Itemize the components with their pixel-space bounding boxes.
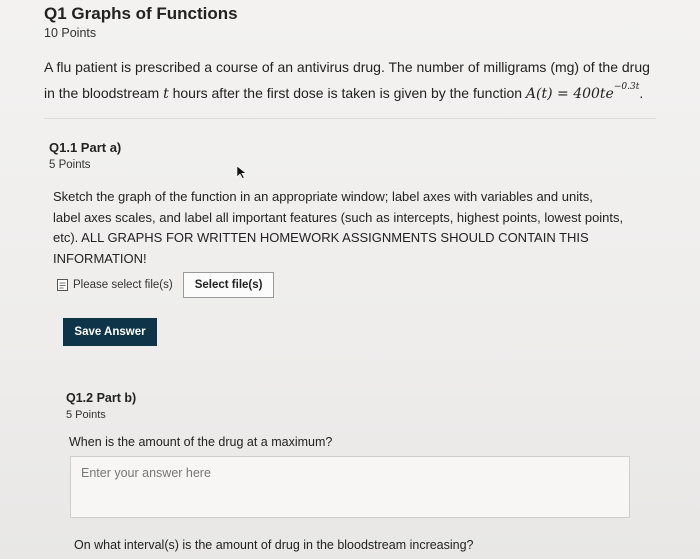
section-divider bbox=[44, 118, 656, 119]
mouse-cursor-icon bbox=[236, 165, 247, 179]
part-b-question-increasing: On what interval(s) is the amount of dru… bbox=[74, 538, 474, 552]
function-end: . bbox=[639, 85, 644, 101]
part-a-line1: Sketch the graph of the function in an a… bbox=[53, 189, 593, 204]
function-lhs: A(t) = 400te bbox=[525, 86, 614, 102]
file-select-label: Please select file(s) bbox=[73, 279, 173, 291]
part-b-points: 5 Points bbox=[66, 409, 106, 421]
question-page: Q1 Graphs of Functions 10 Points A flu p… bbox=[0, 0, 700, 559]
part-a-line4: INFORMATION! bbox=[53, 250, 147, 266]
question-text-line1: A flu patient is prescribed a course of … bbox=[44, 59, 650, 75]
part-a-line3: etc). ALL GRAPHS FOR WRITTEN HOMEWORK AS… bbox=[53, 230, 589, 245]
question-text-line2-mid: hours after the first dose is taken is g… bbox=[168, 85, 526, 101]
part-a-title: Q1.1 Part a) bbox=[49, 140, 122, 155]
question-points: 10 Points bbox=[44, 26, 97, 40]
part-a-instructions: Sketch the graph of the function in an a… bbox=[53, 187, 653, 269]
file-upload-icon bbox=[57, 279, 68, 291]
file-upload-row: Please select file(s) Select file(s) bbox=[57, 272, 275, 298]
part-a-points: 5 Points bbox=[49, 159, 91, 171]
function-exponent: −0.3t bbox=[613, 82, 640, 92]
question-text: A flu patient is prescribed a course of … bbox=[44, 57, 674, 104]
function-formula: A(t) = 400te−0.3t bbox=[525, 82, 639, 102]
part-b-question-maximum: When is the amount of the drug at a maxi… bbox=[69, 435, 333, 449]
answer-text-field[interactable]: Enter your answer here bbox=[70, 456, 630, 518]
answer-placeholder: Enter your answer here bbox=[81, 466, 211, 480]
part-a-line2: label axes scales, and label all importa… bbox=[53, 209, 624, 225]
save-answer-button[interactable]: Save Answer bbox=[63, 318, 157, 346]
part-b-title: Q1.2 Part b) bbox=[66, 391, 137, 405]
select-files-button[interactable]: Select file(s) bbox=[182, 272, 275, 298]
question-text-line2: in the bloodstream t hours after the fir… bbox=[44, 77, 674, 104]
question-title: Q1 Graphs of Functions bbox=[44, 4, 238, 23]
question-text-line2-pre: in the bloodstream bbox=[44, 85, 164, 101]
